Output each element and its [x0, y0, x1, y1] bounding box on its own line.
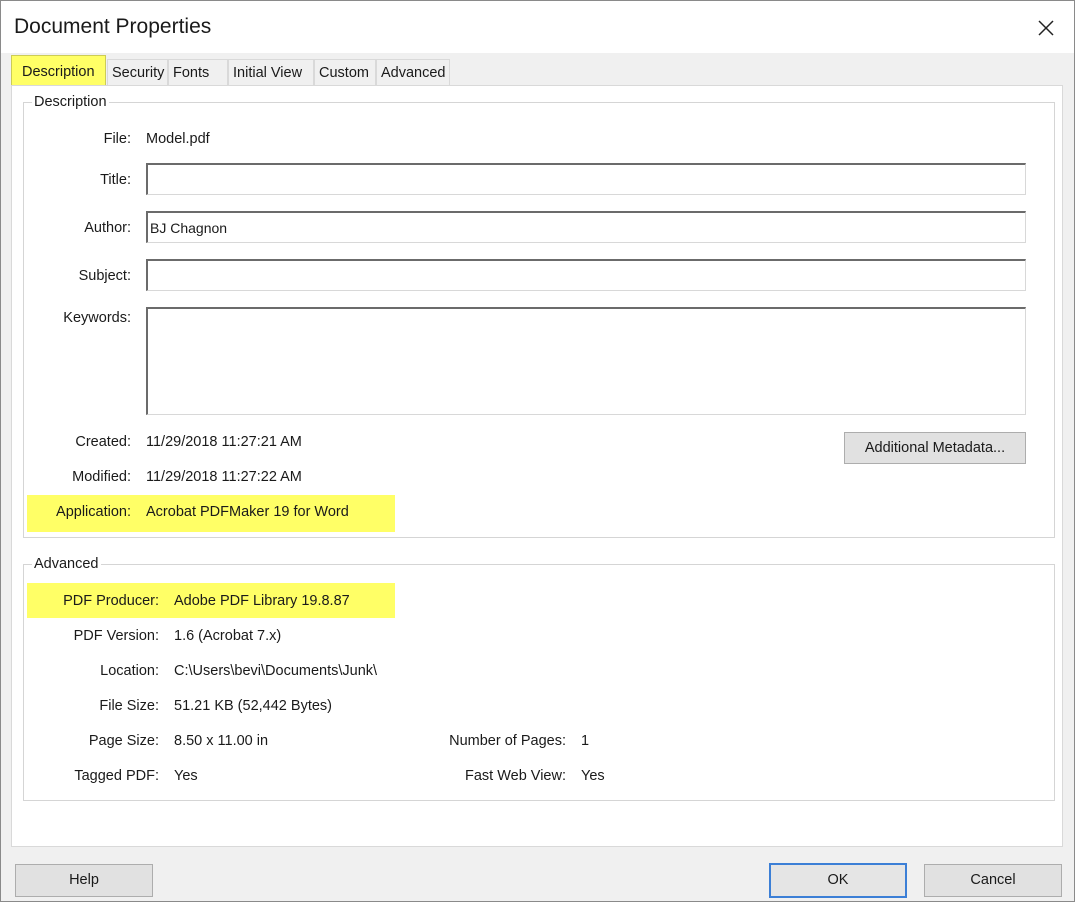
subject-input[interactable]	[146, 259, 1026, 291]
modified-label: Modified:	[72, 469, 131, 485]
close-button[interactable]	[1031, 13, 1061, 43]
tagged-pdf-value: Yes	[174, 768, 198, 784]
pdf-version-value: 1.6 (Acrobat 7.x)	[174, 628, 282, 644]
page-size-value: 8.50 x 11.00 in	[174, 733, 269, 749]
document-properties-dialog: Document Properties Description Security…	[0, 0, 1075, 902]
modified-value: 11/29/2018 11:27:22 AM	[146, 469, 302, 485]
application-label: Application:	[56, 504, 131, 520]
tab-advanced[interactable]: Advanced	[376, 59, 450, 85]
tab-initial-view[interactable]: Initial View	[228, 59, 314, 85]
keywords-label: Keywords:	[63, 310, 131, 326]
tab-fonts[interactable]: Fonts	[168, 59, 228, 85]
title-bar: Document Properties	[1, 1, 1074, 53]
number-of-pages-value: 1	[581, 733, 590, 749]
pdf-producer-value: Adobe PDF Library 19.8.87	[174, 593, 350, 609]
file-size-value: 51.21 KB (52,442 Bytes)	[174, 698, 332, 714]
tagged-pdf-label: Tagged PDF:	[74, 768, 159, 784]
fast-web-view-value: Yes	[581, 768, 605, 784]
pdf-producer-label: PDF Producer:	[63, 593, 159, 609]
ok-button[interactable]: OK	[769, 863, 907, 898]
location-label: Location:	[100, 663, 159, 679]
application-value: Acrobat PDFMaker 19 for Word	[146, 504, 349, 520]
subject-label: Subject:	[78, 268, 131, 284]
cancel-button[interactable]: Cancel	[924, 864, 1062, 897]
tab-security[interactable]: Security	[107, 59, 168, 85]
description-tab-panel: Description File: Model.pdf Title: Autho…	[11, 85, 1063, 847]
file-value: Model.pdf	[146, 131, 210, 147]
number-of-pages-label: Number of Pages:	[449, 733, 566, 749]
file-label: File:	[103, 131, 131, 147]
keywords-textarea[interactable]	[146, 307, 1026, 415]
tab-description[interactable]: Description	[11, 55, 106, 87]
author-label: Author:	[84, 220, 131, 236]
file-size-label: File Size:	[99, 698, 159, 714]
pdf-version-label: PDF Version:	[73, 628, 159, 644]
window-title: Document Properties	[14, 15, 212, 38]
advanced-group-label: Advanced	[32, 556, 101, 572]
created-value: 11/29/2018 11:27:21 AM	[146, 434, 302, 450]
title-input[interactable]	[146, 163, 1026, 195]
additional-metadata-button[interactable]: Additional Metadata...	[844, 432, 1026, 464]
author-input[interactable]	[146, 211, 1026, 243]
page-size-label: Page Size:	[88, 733, 159, 749]
created-label: Created:	[75, 434, 131, 450]
close-icon	[1038, 20, 1054, 36]
help-button[interactable]: Help	[15, 864, 153, 897]
description-group-label: Description	[32, 94, 109, 110]
location-value: C:\Users\bevi\Documents\Junk\	[174, 663, 378, 679]
tab-custom[interactable]: Custom	[314, 59, 376, 85]
fast-web-view-label: Fast Web View:	[464, 768, 566, 784]
title-label: Title:	[100, 172, 131, 188]
